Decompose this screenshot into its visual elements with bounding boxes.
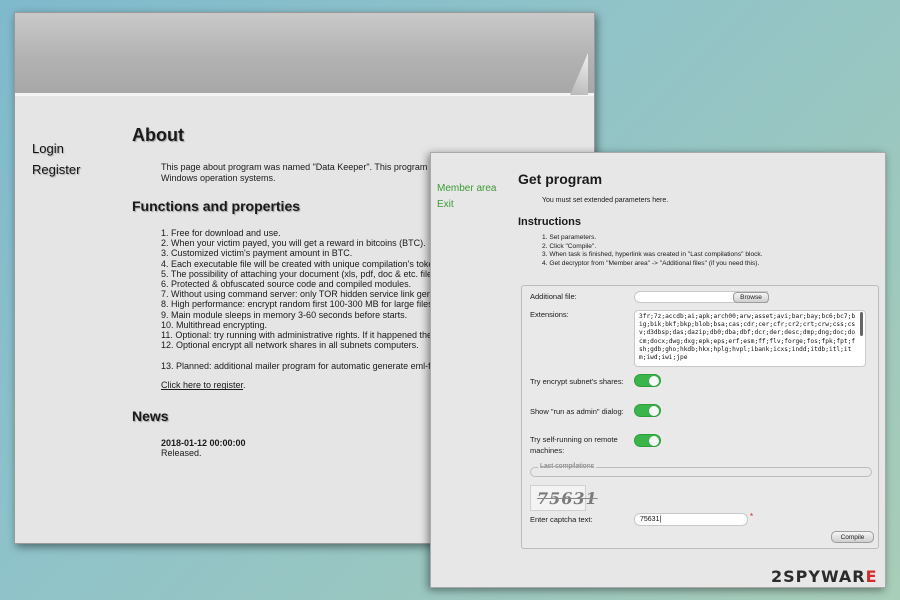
last-compilations-legend: Last compilations — [538, 463, 597, 470]
register-link[interactable]: Click here to register — [161, 380, 243, 390]
nav-member-area-link[interactable]: Member area — [437, 183, 496, 194]
extensions-label: Extensions: — [530, 310, 569, 319]
instruction-item: 2. Click "Compile". — [542, 242, 597, 250]
member-sidebar-nav: Member area Exit — [437, 183, 496, 215]
extensions-scrollbar[interactable] — [860, 312, 863, 336]
about-title: About — [132, 125, 184, 145]
get-program-content: Get program You must set extended parame… — [518, 171, 878, 272]
self-running-label: Try self-running on remote — [530, 435, 618, 444]
captcha-image: 75631 — [530, 485, 599, 511]
about-sidebar-nav: Login Register — [32, 141, 80, 183]
required-mark: * — [750, 512, 754, 521]
watermark-accent: E — [865, 567, 878, 586]
run-as-admin-label: Show "run as admin" dialog: — [530, 407, 624, 416]
captcha-label: Enter captcha text: — [530, 515, 593, 524]
nav-login-link[interactable]: Login — [32, 141, 80, 156]
instructions-heading: Instructions — [518, 216, 581, 228]
compile-button[interactable]: Compile — [831, 531, 874, 543]
register-link-suffix: . — [243, 380, 246, 391]
nav-register-link[interactable]: Register — [32, 162, 80, 177]
get-program-window: Member area Exit Get program You must se… — [430, 152, 886, 588]
additional-file-label: Additional file: — [530, 292, 577, 301]
instruction-item: 3. When task is finished, hyperlink was … — [542, 251, 763, 258]
extensions-textarea[interactable]: 3fr;7z;accdb;ai;apk;arch00;arw;asset;avi… — [634, 310, 866, 367]
encrypt-subnet-toggle[interactable] — [634, 374, 661, 387]
instructions-list: 1. Set parameters. 2. Click "Compile". 3… — [542, 234, 878, 268]
run-as-admin-toggle[interactable] — [634, 404, 661, 417]
watermark-prefix: 2 — [771, 567, 784, 586]
nav-exit-link[interactable]: Exit — [437, 199, 496, 210]
build-form: Additional file: Browse Extensions: 3fr;… — [521, 285, 879, 549]
encrypt-subnet-label: Try encrypt subnet's shares: — [530, 377, 624, 386]
get-program-title: Get program — [518, 171, 603, 187]
get-program-subtitle: You must set extended parameters here. — [542, 197, 669, 204]
header-banner — [15, 13, 594, 95]
instruction-item: 4. Get decryptor from "Member area" -> "… — [542, 259, 760, 267]
self-running-toggle[interactable] — [634, 434, 661, 447]
browse-button[interactable]: Browse — [733, 292, 769, 303]
watermark-brand: SPYWAR — [783, 567, 866, 586]
captcha-input[interactable]: 75631| — [634, 513, 748, 526]
header-divider — [15, 93, 594, 96]
watermark-logo: 2SPYWARE — [771, 567, 878, 586]
self-running-label-cont: machines: — [530, 446, 565, 455]
captcha-image-text: 75631 — [535, 489, 600, 508]
instruction-item: 1. Set parameters. — [542, 234, 597, 241]
